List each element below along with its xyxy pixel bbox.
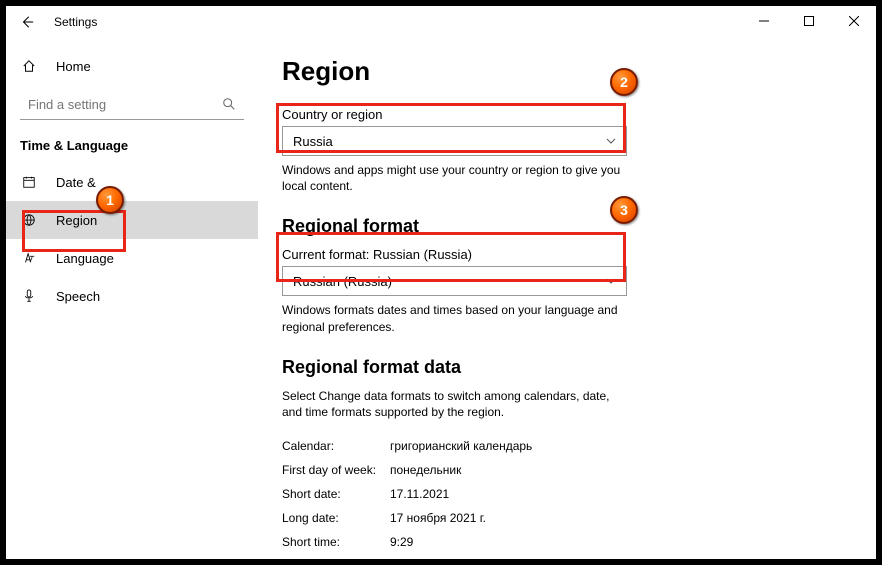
- minimize-button[interactable]: [741, 6, 786, 36]
- sidebar-item-language[interactable]: Language: [6, 239, 258, 277]
- sidebar-item-label: Date &: [56, 175, 96, 190]
- close-button[interactable]: [831, 6, 876, 36]
- content-area: Region Country or region Russia Windows …: [258, 6, 876, 559]
- format-value: Russian (Russia): [293, 274, 392, 289]
- close-icon: [849, 16, 859, 26]
- sidebar-home[interactable]: Home: [6, 48, 258, 84]
- table-row: Short date:17.11.2021: [282, 482, 627, 506]
- country-value: Russia: [293, 134, 333, 149]
- page-title: Region: [282, 56, 627, 87]
- back-button[interactable]: [6, 6, 48, 38]
- table-row: Long time:9:29:21: [282, 554, 627, 559]
- home-icon: [20, 59, 38, 73]
- search-icon: [222, 97, 236, 111]
- sidebar-item-label: Speech: [56, 289, 100, 304]
- search-container: [20, 90, 244, 120]
- titlebar: Settings: [6, 6, 876, 38]
- current-format-label: Current format: Russian (Russia): [282, 247, 627, 262]
- maximize-icon: [804, 16, 814, 26]
- sidebar-item-label: Region: [56, 213, 97, 228]
- format-data-table: Calendar:григорианский календарь First d…: [282, 434, 627, 559]
- country-label: Country or region: [282, 107, 627, 122]
- sidebar-home-label: Home: [56, 59, 91, 74]
- microphone-icon: [20, 289, 38, 303]
- format-help: Windows formats dates and times based on…: [282, 302, 627, 334]
- country-help: Windows and apps might use your country …: [282, 162, 627, 194]
- table-row: Short time:9:29: [282, 530, 627, 554]
- table-row: Calendar:григорианский календарь: [282, 434, 627, 458]
- table-row: First day of week:понедельник: [282, 458, 627, 482]
- search-input[interactable]: [20, 90, 244, 120]
- window-title: Settings: [54, 15, 97, 29]
- language-icon: [20, 251, 38, 265]
- sidebar-item-date[interactable]: Date &: [6, 163, 258, 201]
- minimize-icon: [759, 16, 769, 26]
- maximize-button[interactable]: [786, 6, 831, 36]
- sidebar-item-label: Language: [56, 251, 114, 266]
- format-data-intro: Select Change data formats to switch amo…: [282, 388, 627, 420]
- calendar-icon: [20, 175, 38, 189]
- regional-format-heading: Regional format: [282, 216, 627, 237]
- sidebar-section-title: Time & Language: [6, 138, 258, 163]
- chevron-down-icon: [606, 276, 616, 286]
- country-dropdown[interactable]: Russia: [282, 126, 627, 156]
- format-dropdown[interactable]: Russian (Russia): [282, 266, 627, 296]
- table-row: Long date:17 ноября 2021 г.: [282, 506, 627, 530]
- sidebar-item-speech[interactable]: Speech: [6, 277, 258, 315]
- chevron-down-icon: [606, 136, 616, 146]
- sidebar: Home Time & Language Date & Region Langu…: [6, 6, 258, 559]
- back-arrow-icon: [20, 15, 34, 29]
- sidebar-item-region[interactable]: Region: [6, 201, 258, 239]
- format-data-heading: Regional format data: [282, 357, 627, 378]
- globe-icon: [20, 213, 38, 227]
